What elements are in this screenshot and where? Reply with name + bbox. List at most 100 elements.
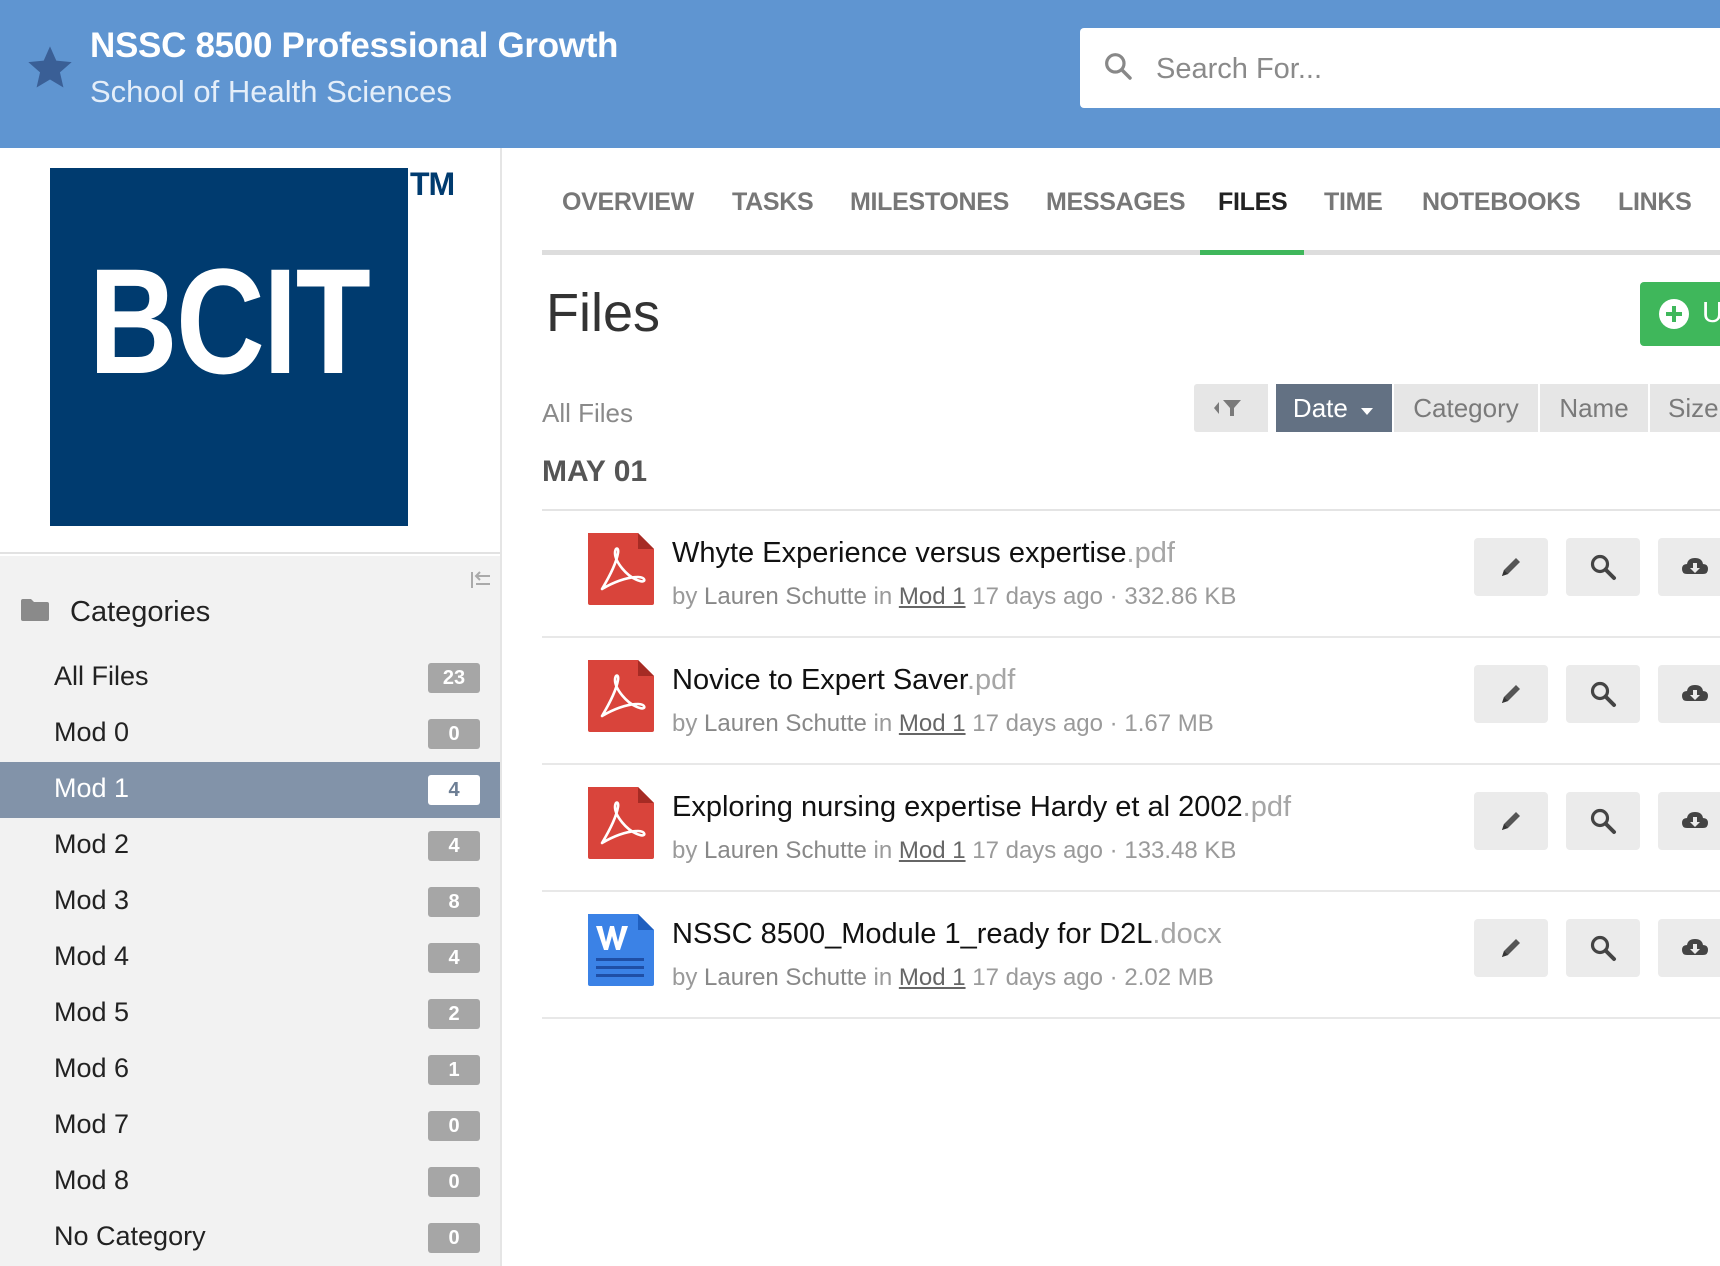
file-category-link[interactable]: Mod 1 [899,837,966,864]
category-count-badge: 0 [428,719,480,749]
meta-in: in [873,710,893,737]
category-label: Mod 5 [54,997,130,1027]
edit-file-button[interactable] [1474,665,1548,723]
file-row: Exploring nursing expertise Hardy et al … [542,765,1720,892]
download-file-button[interactable] [1658,792,1720,850]
search-icon [1105,53,1132,80]
category-count-badge: 4 [428,831,480,861]
view-file-button[interactable] [1566,538,1640,596]
upload-button[interactable]: Upload [1640,282,1720,346]
sort-size-button[interactable]: Size [1650,384,1720,432]
tab-links[interactable]: LINKS [1618,188,1692,217]
pencil-icon [1502,939,1520,957]
category-label: Mod 3 [54,885,130,915]
file-extension: .pdf [1242,791,1292,823]
file-meta: by Lauren Schutte in Mod 1 17 days ago ·… [672,583,1236,611]
view-file-button[interactable] [1566,665,1640,723]
file-name-link[interactable]: Exploring nursing expertise Hardy et al … [672,791,1291,824]
tab-time[interactable]: TIME [1324,188,1383,217]
file-age: 17 days ago [972,837,1104,864]
tab-notebooks[interactable]: NOTEBOOKS [1422,188,1581,217]
sidebar-item-category[interactable]: Mod 2 4 [0,818,500,874]
file-category-link[interactable]: Mod 1 [899,583,966,610]
file-size: 2.02 MB [1124,964,1214,991]
sort-name-button[interactable]: Name [1540,384,1648,432]
sidebar-item-category[interactable]: Mod 5 2 [0,986,500,1042]
view-file-button[interactable] [1566,919,1640,977]
pdf-file-icon[interactable] [582,531,658,607]
pencil-icon [1502,558,1520,576]
category-label: Mod 0 [54,717,130,747]
breadcrumb[interactable]: All Files [542,398,633,429]
search-input[interactable] [1156,46,1656,92]
file-size: 332.86 KB [1124,583,1237,610]
category-label: Mod 1 [54,773,130,803]
sidebar-item-category[interactable]: Mod 6 1 [0,1042,500,1098]
sidebar: BCIT TM Categories All Files 23 Mod 0 0 Mod … [0,148,502,1266]
category-count-badge: 2 [428,999,480,1029]
meta-in: in [873,837,893,864]
edit-file-button[interactable] [1474,792,1548,850]
project-title[interactable]: NSSC 8500 Professional Growth [90,26,618,66]
file-name-link[interactable]: NSSC 8500_Module 1_ready for D2L.docx [672,918,1222,951]
tab-milestones[interactable]: MILESTONES [850,188,1009,217]
download-file-button[interactable] [1658,919,1720,977]
sort-date-button[interactable]: Date [1276,384,1392,432]
page-title: Files [546,283,661,343]
sidebar-item-category[interactable]: Mod 4 4 [0,930,500,986]
tab-messages[interactable]: MESSAGES [1046,188,1186,217]
project-header: NSSC 8500 Professional Growth School of … [0,0,1720,148]
cloud-download-icon [1682,685,1708,701]
file-meta: by Lauren Schutte in Mod 1 17 days ago ·… [672,964,1214,992]
tabs-divider [542,250,1720,255]
file-name-link[interactable]: Novice to Expert Saver.pdf [672,664,1015,697]
logo-area: BCIT TM [0,148,500,554]
view-file-button[interactable] [1566,792,1640,850]
meta-separator: · [1103,964,1125,991]
category-count-badge: 4 [428,775,480,805]
category-label: All Files [54,661,149,691]
pdf-file-icon[interactable] [582,785,658,861]
tab-tasks[interactable]: TASKS [732,188,814,217]
sidebar-item-category[interactable]: Mod 8 0 [0,1154,500,1210]
magnifier-icon [1590,935,1616,961]
sidebar-item-category[interactable]: Mod 7 0 [0,1098,500,1154]
file-name-link[interactable]: Whyte Experience versus expertise.pdf [672,537,1175,570]
meta-separator: · [1103,710,1125,737]
download-file-button[interactable] [1658,538,1720,596]
collapse-sidebar-icon[interactable] [470,570,492,590]
pdf-file-icon[interactable] [582,658,658,734]
download-file-button[interactable] [1658,665,1720,723]
file-meta: by Lauren Schutte in Mod 1 17 days ago ·… [672,710,1214,738]
file-name: Whyte Experience versus expertise [672,537,1127,569]
edit-file-button[interactable] [1474,919,1548,977]
category-label: Mod 8 [54,1165,130,1195]
meta-separator: · [1103,837,1125,864]
file-age: 17 days ago [972,710,1104,737]
plus-circle-icon [1659,299,1689,329]
cloud-download-icon [1682,812,1708,828]
active-tab-indicator [1200,250,1304,255]
sidebar-item-category[interactable]: All Files 23 [0,650,500,706]
sidebar-item-category[interactable]: No Category 0 [0,1210,500,1266]
edit-file-button[interactable] [1474,538,1548,596]
category-count-badge: 23 [428,663,480,693]
search-box[interactable] [1080,28,1720,108]
sidebar-item-category[interactable]: Mod 0 0 [0,706,500,762]
file-category-link[interactable]: Mod 1 [899,710,966,737]
file-extension: .docx [1152,918,1222,950]
file-row: NSSC 8500_Module 1_ready for D2L.docx by … [542,892,1720,1019]
category-count-badge: 8 [428,887,480,917]
tab-overview[interactable]: OVERVIEW [562,188,694,217]
meta-separator: · [1103,583,1125,610]
filter-toggle-button[interactable] [1194,384,1268,432]
folder-icon [21,599,49,621]
tab-files[interactable]: FILES [1218,188,1288,217]
sidebar-item-category[interactable]: Mod 3 8 [0,874,500,930]
file-category-link[interactable]: Mod 1 [899,964,966,991]
sort-category-button[interactable]: Category [1394,384,1538,432]
meta-in: in [873,964,893,991]
sidebar-item-category[interactable]: Mod 1 4 [0,762,500,818]
star-icon[interactable] [24,42,76,94]
word-file-icon[interactable] [582,912,658,988]
